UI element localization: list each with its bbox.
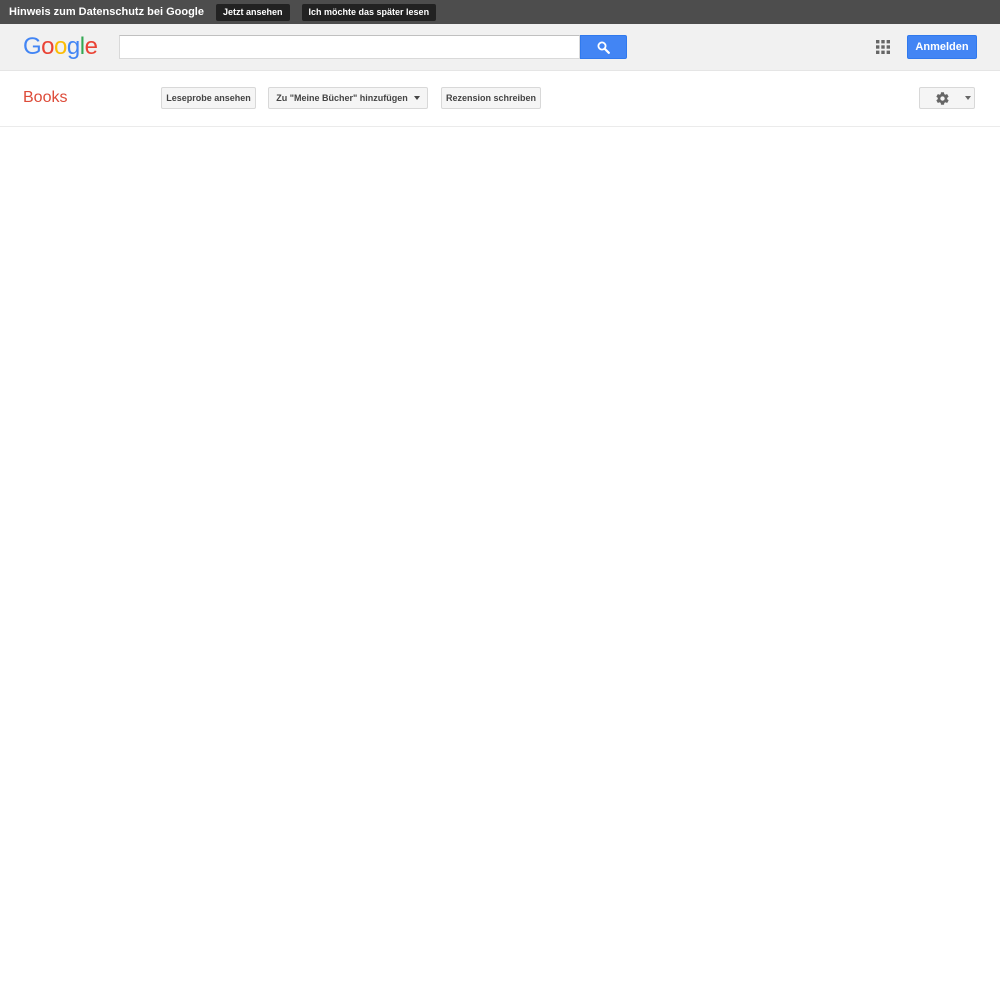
- chevron-down-icon: [413, 95, 420, 100]
- view-now-button[interactable]: Jetzt ansehen: [215, 3, 290, 21]
- logo-letter: e: [84, 33, 98, 60]
- search-icon: [597, 41, 610, 54]
- add-to-library-label: Zu "Meine Bücher" hinzufügen: [276, 93, 408, 103]
- google-logo[interactable]: Google: [23, 33, 98, 61]
- read-later-button[interactable]: Ich möchte das später lesen: [301, 3, 437, 21]
- gear-icon: [936, 92, 949, 105]
- books-toolbar: Books Leseprobe ansehen Zu "Meine Bücher…: [0, 71, 1000, 127]
- signin-button[interactable]: Anmelden: [907, 35, 977, 59]
- privacy-notice-bar: Hinweis zum Datenschutz bei Google Jetzt…: [0, 0, 1000, 24]
- logo-letter: o: [41, 33, 55, 60]
- settings-button[interactable]: [919, 87, 975, 109]
- search-button[interactable]: [580, 35, 627, 59]
- write-review-button[interactable]: Rezension schreiben: [441, 87, 541, 109]
- write-review-label: Rezension schreiben: [445, 93, 537, 103]
- logo-letter: o: [54, 33, 67, 60]
- privacy-notice-text: Hinweis zum Datenschutz bei Google: [9, 6, 204, 18]
- preview-button[interactable]: Leseprobe ansehen: [161, 87, 256, 109]
- main-content-area: [0, 127, 1000, 1000]
- logo-letter: G: [23, 33, 42, 60]
- logo-letter: g: [66, 33, 80, 60]
- google-header: Google Anmelden: [0, 24, 1000, 71]
- search-input[interactable]: [119, 35, 580, 59]
- add-to-library-button[interactable]: Zu "Meine Bücher" hinzufügen: [268, 87, 428, 109]
- books-title-link[interactable]: Books: [23, 88, 67, 108]
- chevron-down-icon: [965, 96, 971, 100]
- preview-button-label: Leseprobe ansehen: [166, 93, 251, 103]
- apps-grid-icon[interactable]: [876, 40, 890, 54]
